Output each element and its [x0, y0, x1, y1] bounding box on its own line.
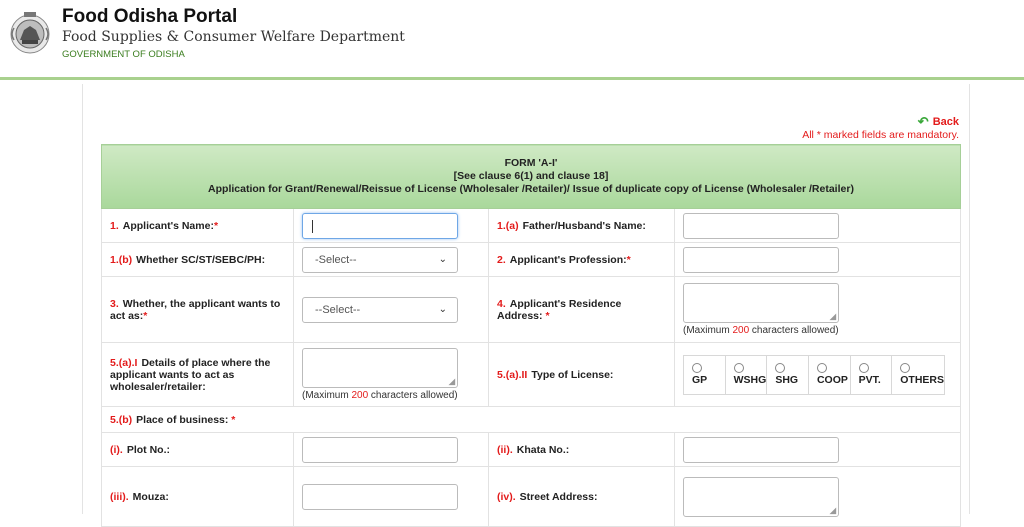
form-clause: [See clause 6(1) and clause 18] [453, 170, 609, 182]
mouza-label: (iii). Mouza: [101, 466, 294, 527]
father-husband-name-label: 1.(a) Father/Husband's Name: [488, 208, 675, 243]
residence-address-label: 4. Applicant's Residence Address: * [488, 276, 675, 343]
business-place-hint: (Maximum 200 characters allowed) [302, 390, 458, 401]
government-label: GOVERNMENT OF ODISHA [62, 49, 185, 60]
plot-no-label: (i). Plot No.: [101, 432, 294, 467]
radio-icon [733, 363, 744, 373]
residence-address-hint: (Maximum 200 characters allowed) [683, 325, 839, 336]
radio-icon [816, 363, 827, 373]
plot-no-input[interactable] [302, 436, 458, 463]
back-arrow-icon: ↶ [917, 114, 929, 129]
odisha-emblem-icon [10, 12, 50, 54]
applicant-name-label: 1. Applicant's Name:* [101, 208, 294, 243]
form-heading: FORM 'A-I' [See clause 6(1) and clause 1… [101, 144, 961, 209]
radio-icon [858, 363, 869, 373]
radio-icon [692, 363, 702, 373]
business-place-details-textarea[interactable]: ◢ [302, 348, 458, 388]
father-husband-name-input[interactable] [683, 212, 839, 239]
category-label: 1.(b) Whether SC/ST/SEBC/PH: [101, 242, 294, 277]
license-option-wshg[interactable]: WSHG [726, 355, 768, 394]
department-name: Food Supplies & Consumer Welfare Departm… [62, 29, 405, 45]
mandatory-notice: All * marked fields are mandatory. [802, 129, 959, 141]
license-type-radio-group: GP WSHG SHG COOP PVT. OTHERS [683, 354, 945, 395]
street-address-textarea[interactable]: ◢ [683, 476, 839, 517]
radio-icon [775, 363, 786, 373]
chevron-down-icon: ⌄ [438, 254, 447, 265]
act-as-label: 3. Whether, the applicant wants to act as… [101, 276, 294, 343]
khata-no-label: (ii). Khata No.: [488, 432, 675, 467]
site-header: Food Odisha Portal Food Supplies & Consu… [0, 0, 1024, 80]
form-card: ↶ Back All * marked fields are mandatory… [82, 84, 970, 527]
profession-label: 2. Applicant's Profession:* [488, 242, 675, 277]
khata-no-input[interactable] [683, 436, 839, 463]
back-label: Back [932, 116, 959, 128]
street-address-label: (iv). Street Address: [488, 466, 675, 527]
license-option-coop[interactable]: COOP [809, 355, 851, 394]
resize-grip-icon: ◢ [829, 312, 836, 321]
residence-address-textarea[interactable]: ◢ [683, 283, 839, 323]
mouza-input[interactable] [302, 483, 458, 510]
chevron-down-icon: ⌄ [438, 304, 447, 315]
license-option-shg[interactable]: SHG [767, 355, 809, 394]
portal-title: Food Odisha Portal [62, 6, 238, 27]
license-type-label: 5.(a).II Type of License: [488, 342, 675, 407]
application-form: FORM 'A-I' [See clause 6(1) and clause 1… [101, 144, 961, 527]
license-option-pvt[interactable]: PVT. [851, 355, 893, 394]
place-of-business-heading: 5.(b) Place of business: * [101, 406, 961, 433]
profession-input[interactable] [683, 246, 839, 273]
license-option-others[interactable]: OTHERS [892, 356, 944, 394]
applicant-name-input[interactable] [302, 212, 458, 239]
resize-grip-icon: ◢ [829, 505, 836, 515]
radio-icon [900, 363, 911, 373]
resize-grip-icon: ◢ [448, 377, 455, 386]
form-description: Application for Grant/Renewal/Reissue of… [208, 183, 854, 195]
form-title: FORM 'A-I' [504, 157, 558, 169]
act-as-select[interactable]: --Select-- ⌄ [302, 296, 458, 323]
business-place-details-label: 5.(a).I Details of place where the applic… [101, 342, 294, 407]
back-link[interactable]: ↶ Back [918, 114, 959, 130]
license-option-gp[interactable]: GP [684, 355, 726, 394]
category-select[interactable]: -Select-- ⌄ [302, 246, 458, 273]
